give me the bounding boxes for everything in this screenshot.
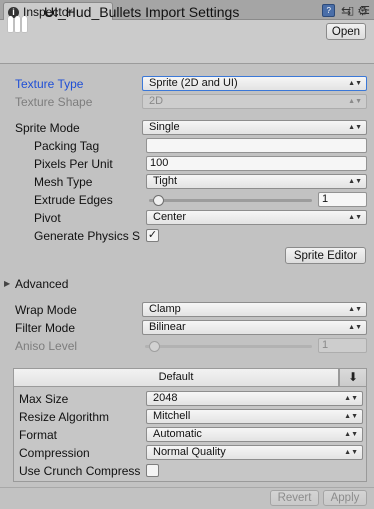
dropdown-arrow-icon: ▲▼ bbox=[344, 413, 358, 420]
extrude-edges-slider-track[interactable] bbox=[149, 199, 312, 202]
max-size-dropdown[interactable]: 2048 ▲▼ bbox=[146, 391, 363, 406]
use-crunch-compression-checkbox[interactable] bbox=[146, 464, 159, 477]
texture-shape-label: Texture Shape bbox=[15, 95, 93, 109]
revert-button[interactable]: Revert bbox=[270, 490, 319, 506]
texture-type-label: Texture Type bbox=[15, 77, 84, 91]
aniso-level-slider-track bbox=[145, 345, 312, 348]
compression-dropdown[interactable]: Normal Quality ▲▼ bbox=[146, 445, 363, 460]
extrude-edges-slider-thumb[interactable] bbox=[152, 195, 164, 206]
sprite-mode-label: Sprite Mode bbox=[15, 121, 80, 135]
pixels-per-unit-input[interactable]: 100 bbox=[146, 156, 367, 171]
sprite-editor-button[interactable]: Sprite Editor bbox=[285, 247, 366, 264]
preset-icon[interactable]: ⇆ bbox=[341, 4, 351, 18]
max-size-label: Max Size bbox=[19, 392, 69, 406]
sprite-mode-dropdown[interactable]: Single ▲▼ bbox=[142, 120, 367, 135]
mesh-type-label: Mesh Type bbox=[34, 175, 93, 189]
compression-label: Compression bbox=[19, 446, 90, 460]
texture-type-value: Sprite (2D and UI) bbox=[149, 77, 238, 89]
filter-mode-value: Bilinear bbox=[149, 321, 186, 333]
pivot-dropdown[interactable]: Center ▲▼ bbox=[146, 210, 367, 225]
use-crunch-compression-label: Use Crunch Compress bbox=[19, 464, 141, 478]
generate-physics-label: Generate Physics S bbox=[34, 229, 141, 243]
asset-header bbox=[0, 20, 374, 64]
aniso-level-label: Aniso Level bbox=[15, 339, 78, 353]
filter-mode-label: Filter Mode bbox=[15, 321, 76, 335]
pivot-label: Pivot bbox=[34, 211, 61, 225]
platform-tab-default[interactable]: Default bbox=[13, 368, 339, 387]
texture-type-dropdown[interactable]: Sprite (2D and UI) ▲▼ bbox=[142, 76, 367, 91]
dropdown-arrow-icon: ▲▼ bbox=[344, 449, 358, 456]
apply-button[interactable]: Apply bbox=[323, 490, 367, 506]
extrude-edges-input[interactable]: 1 bbox=[318, 192, 367, 207]
packing-tag-label: Packing Tag bbox=[34, 139, 100, 153]
resize-algorithm-label: Resize Algorithm bbox=[19, 410, 110, 424]
mesh-type-value: Tight bbox=[153, 175, 178, 187]
header-icons: ? ⇆ ⚙ bbox=[322, 4, 368, 18]
format-dropdown[interactable]: Automatic ▲▼ bbox=[146, 427, 363, 442]
dropdown-arrow-icon: ▲▼ bbox=[348, 178, 362, 185]
pivot-value: Center bbox=[153, 211, 187, 223]
wrap-mode-label: Wrap Mode bbox=[15, 303, 77, 317]
help-book-icon[interactable]: ? bbox=[322, 4, 336, 17]
texture-asset-icon bbox=[8, 10, 30, 32]
advanced-foldout-arrow-icon[interactable]: ▶ bbox=[4, 279, 10, 288]
filter-mode-dropdown[interactable]: Bilinear ▲▼ bbox=[142, 320, 367, 335]
aniso-level-input: 1 bbox=[318, 338, 367, 353]
compression-value: Normal Quality bbox=[153, 446, 226, 458]
dropdown-arrow-icon: ▲▼ bbox=[348, 214, 362, 221]
gear-icon[interactable]: ⚙ bbox=[357, 4, 368, 18]
dropdown-arrow-icon: ▲▼ bbox=[344, 431, 358, 438]
dropdown-arrow-icon: ▲▼ bbox=[348, 324, 362, 331]
resize-algorithm-dropdown[interactable]: Mitchell ▲▼ bbox=[146, 409, 363, 424]
advanced-foldout-label[interactable]: Advanced bbox=[15, 277, 68, 291]
wrap-mode-value: Clamp bbox=[149, 303, 181, 315]
extrude-edges-label: Extrude Edges bbox=[34, 193, 113, 207]
pixels-per-unit-label: Pixels Per Unit bbox=[34, 157, 113, 171]
max-size-value: 2048 bbox=[153, 392, 178, 404]
dropdown-arrow-icon: ▲▼ bbox=[348, 80, 362, 87]
texture-shape-dropdown: 2D ▲▼ bbox=[142, 94, 367, 109]
texture-shape-value: 2D bbox=[149, 95, 164, 107]
dropdown-arrow-icon: ▲▼ bbox=[348, 306, 362, 313]
footer-divider bbox=[0, 487, 374, 488]
format-label: Format bbox=[19, 428, 58, 442]
aniso-level-slider-thumb bbox=[149, 341, 160, 352]
wrap-mode-dropdown[interactable]: Clamp ▲▼ bbox=[142, 302, 367, 317]
resize-algorithm-value: Mitchell bbox=[153, 410, 191, 422]
dropdown-arrow-icon: ▲▼ bbox=[348, 124, 362, 131]
packing-tag-input[interactable] bbox=[146, 138, 367, 153]
dropdown-arrow-icon: ▲▼ bbox=[344, 395, 358, 402]
open-button[interactable]: Open bbox=[326, 23, 366, 40]
dropdown-arrow-icon: ▲▼ bbox=[348, 98, 362, 105]
download-icon[interactable]: ⬇ bbox=[339, 368, 367, 387]
generate-physics-checkbox[interactable]: ✓ bbox=[146, 229, 159, 242]
mesh-type-dropdown[interactable]: Tight ▲▼ bbox=[146, 174, 367, 189]
format-value: Automatic bbox=[153, 428, 202, 440]
sprite-mode-value: Single bbox=[149, 121, 180, 133]
asset-title: UI_Hud_Bullets Import Settings bbox=[44, 4, 240, 20]
